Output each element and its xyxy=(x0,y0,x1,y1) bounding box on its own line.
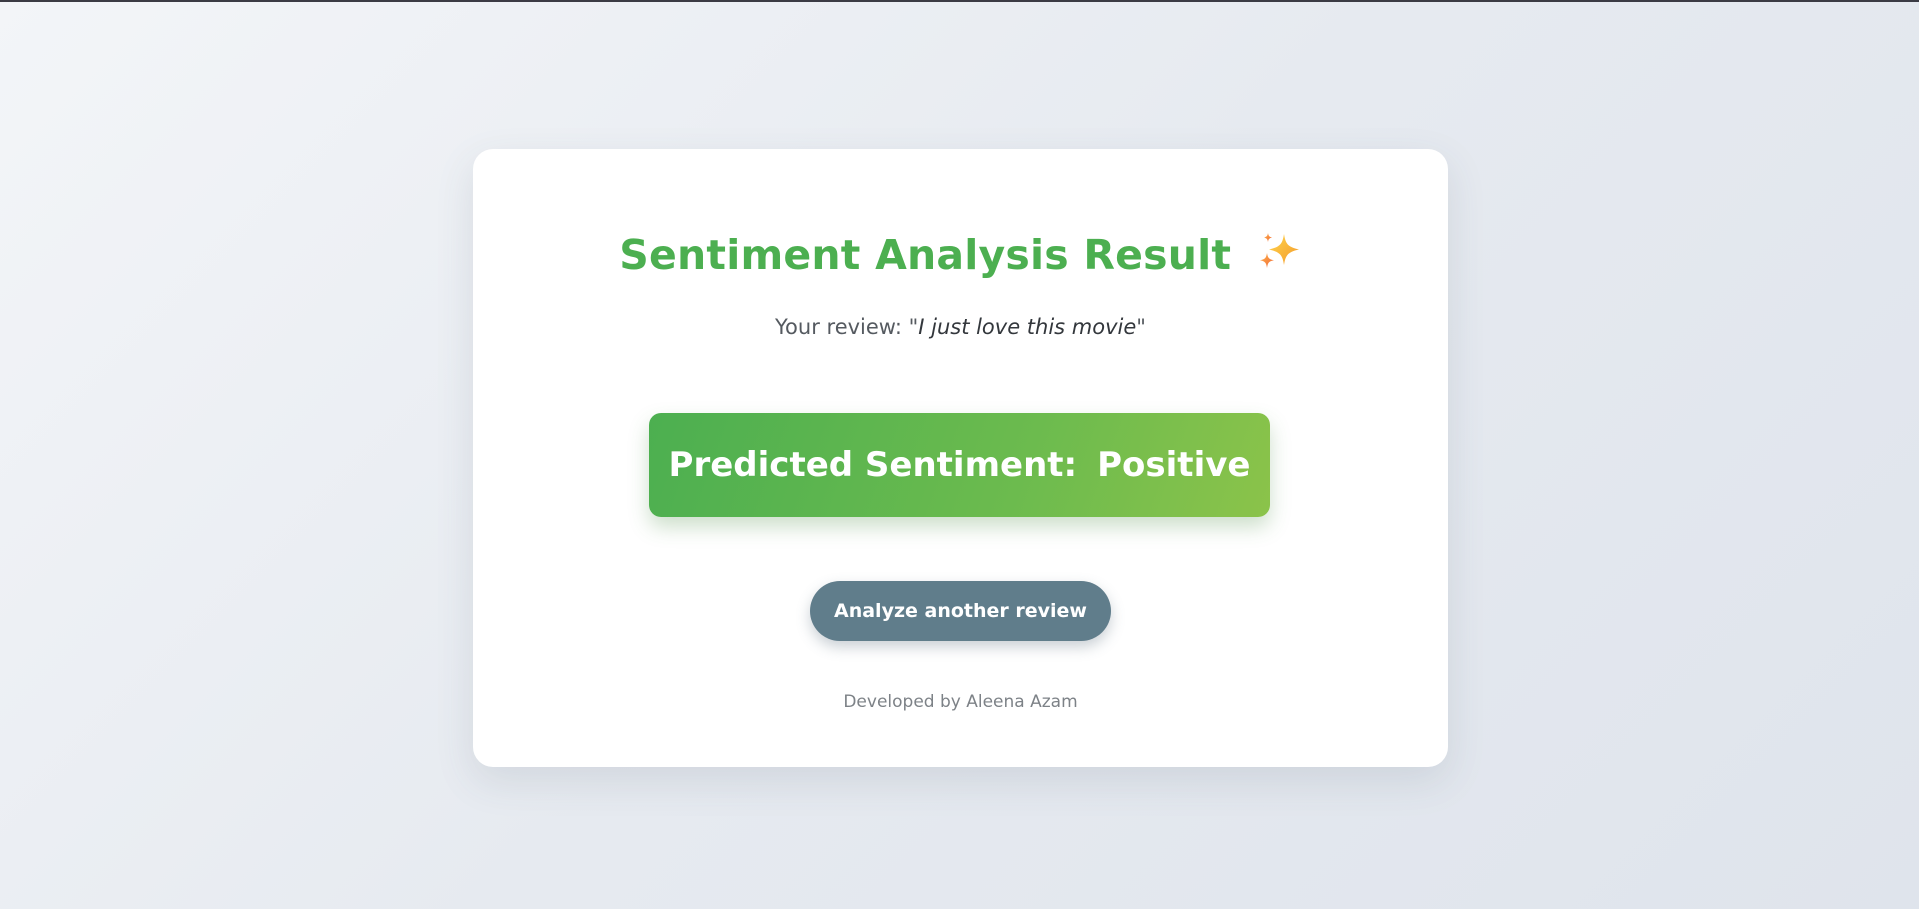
top-border xyxy=(0,0,1919,2)
footer-credit: Developed by Aleena Azam xyxy=(843,692,1078,712)
review-line: Your review: "I just love this movie" xyxy=(473,315,1448,339)
sparkles-icon xyxy=(1259,233,1299,268)
review-prefix: Your review: " xyxy=(775,315,919,339)
review-text: I just love this movie xyxy=(918,315,1137,339)
analyze-another-button[interactable]: Analyze another review xyxy=(810,581,1111,641)
page-title: Sentiment Analysis Result xyxy=(473,231,1448,279)
result-label: Predicted Sentiment: xyxy=(668,445,1078,485)
result-card: Sentiment Analysis Result Your review: "… xyxy=(473,149,1448,767)
result-value: Positive xyxy=(1097,445,1251,485)
page-title-text: Sentiment Analysis Result xyxy=(619,231,1232,279)
sentiment-result-banner: Predicted Sentiment: Positive xyxy=(649,413,1270,517)
review-suffix: " xyxy=(1136,315,1146,339)
